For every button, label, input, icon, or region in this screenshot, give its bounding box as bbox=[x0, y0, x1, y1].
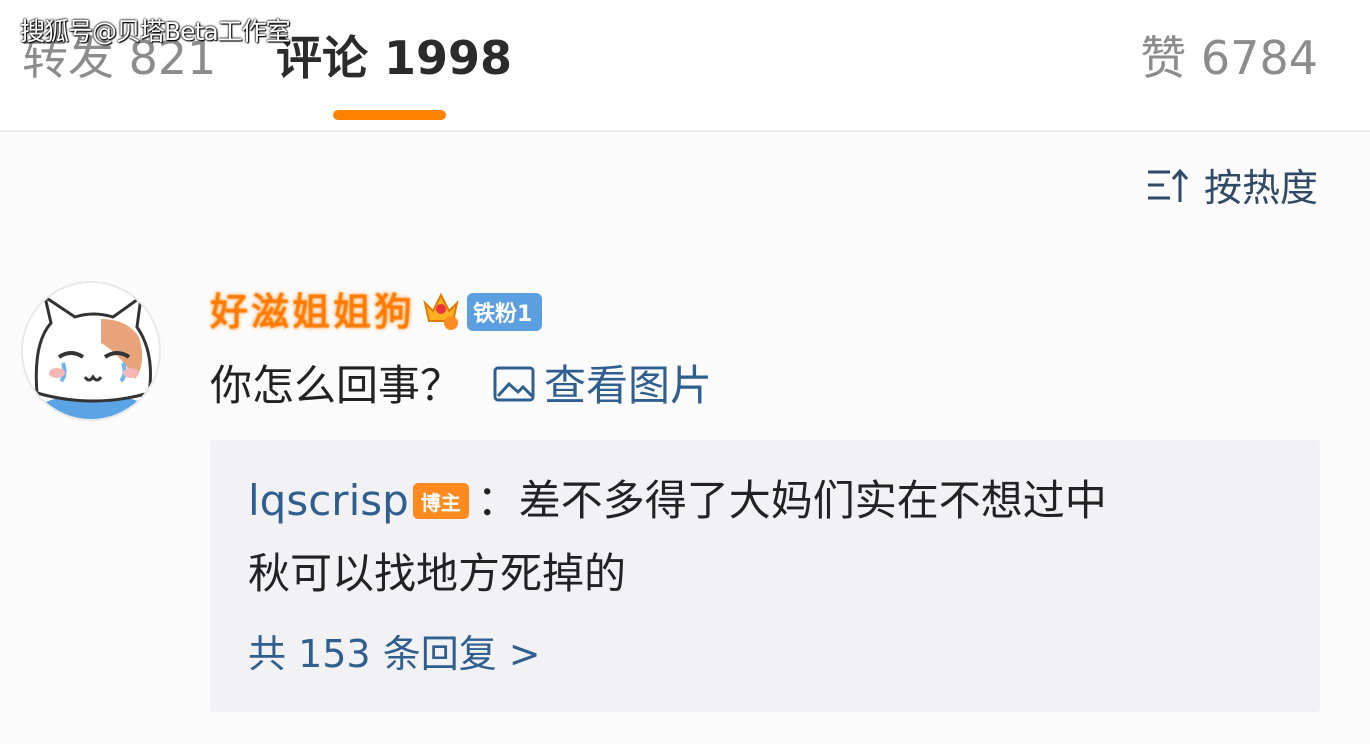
comment-username[interactable]: 好滋姐姐狗 bbox=[210, 288, 415, 336]
reply-first-line: lqscrisp 博主 ：差不多得了大妈们实在不想过中 bbox=[248, 472, 1107, 530]
comment-text: 你怎么回事？ bbox=[210, 361, 463, 410]
reply-preview-box[interactable]: lqscrisp 博主 ：差不多得了大妈们实在不想过中 秋可以找地方死掉的 共 … bbox=[210, 440, 1320, 712]
reply-count-label: 共 153 条回复 bbox=[248, 632, 497, 676]
fan-badge-label: 铁粉1 bbox=[473, 302, 533, 327]
author-badge: 博主 bbox=[412, 483, 469, 519]
fan-level-badge: 铁粉1 bbox=[467, 293, 543, 331]
view-image-label: 查看图片 bbox=[544, 361, 713, 410]
reply-text-line1: ：差不多得了大妈们实在不想过中 bbox=[476, 476, 1107, 525]
sort-label: 按热度 bbox=[1203, 166, 1318, 210]
view-image-link[interactable]: 查看图片 bbox=[492, 357, 712, 415]
chevron-right-icon: > bbox=[508, 632, 541, 676]
sort-by-hot-button[interactable]: 按热度 bbox=[1146, 162, 1318, 214]
reply-text-line2: 秋可以找地方死掉的 bbox=[248, 549, 627, 598]
comment-body: 你怎么回事？ 查看图片 bbox=[210, 357, 712, 415]
active-tab-indicator bbox=[333, 110, 446, 120]
tab-comments[interactable]: 评论 1998 bbox=[276, 28, 512, 88]
image-icon bbox=[492, 364, 536, 408]
avatar[interactable] bbox=[21, 281, 161, 421]
crown-icon bbox=[421, 289, 461, 335]
comment-page: 搜狐号@贝塔Beta工作室 转发 821 评论 1998 赞 6784 按热度 bbox=[0, 0, 1370, 744]
comment-header: 好滋姐姐狗 铁粉1 bbox=[210, 288, 543, 336]
tab-likes[interactable]: 赞 6784 bbox=[1140, 28, 1318, 88]
cat-avatar-image bbox=[23, 283, 159, 419]
watermark: 搜狐号@贝塔Beta工作室 bbox=[20, 17, 291, 46]
sort-icon bbox=[1146, 166, 1190, 210]
view-all-replies-link[interactable]: 共 153 条回复 > bbox=[248, 628, 541, 680]
reply-username[interactable]: lqscrisp bbox=[248, 472, 409, 530]
